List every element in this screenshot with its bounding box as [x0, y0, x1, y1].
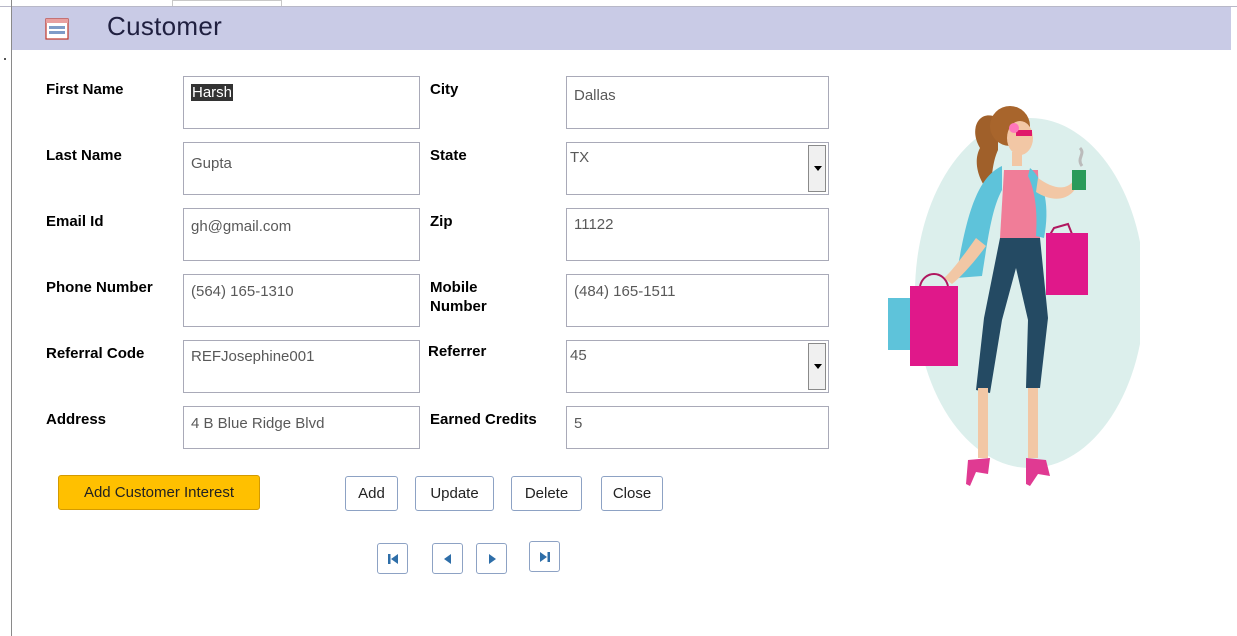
shopping-woman-illustration: [888, 106, 1140, 486]
mobile-field[interactable]: (484) 165-1511: [566, 274, 829, 327]
phone-field[interactable]: (564) 165-1310: [183, 274, 420, 327]
phone-value: (564) 165-1310: [191, 283, 294, 300]
address-label: Address: [46, 411, 107, 428]
city-field[interactable]: Dallas: [566, 76, 829, 129]
earned-credits-label: Earned Credits: [430, 411, 537, 428]
email-label: Email Id: [46, 213, 104, 230]
state-dropdown-button[interactable]: [808, 145, 826, 192]
first-name-field[interactable]: Harsh: [183, 76, 420, 129]
zip-field[interactable]: 11122: [566, 208, 829, 261]
state-label: State: [430, 147, 467, 164]
add-button[interactable]: Add: [345, 476, 398, 511]
last-record-icon: [540, 552, 550, 562]
referrer-select[interactable]: 45: [566, 340, 829, 393]
add-customer-interest-button[interactable]: Add Customer Interest: [58, 475, 260, 510]
email-value: gh@gmail.com: [191, 218, 292, 235]
next-record-button[interactable]: [476, 543, 507, 574]
referrer-dropdown-button[interactable]: [808, 343, 826, 390]
referrer-value: 45: [570, 347, 587, 364]
first-record-icon: [388, 554, 398, 564]
last-record-button[interactable]: [529, 541, 560, 572]
mobile-label: Mobile Number: [430, 278, 487, 316]
mobile-label-line2: Number: [430, 298, 487, 315]
first-record-button[interactable]: [377, 543, 408, 574]
last-name-field[interactable]: Gupta: [183, 142, 420, 195]
referral-code-value: REFJosephine001: [191, 348, 315, 365]
form-header: Customer: [12, 7, 1231, 50]
window-left-border: [11, 0, 12, 636]
referral-code-field[interactable]: REFJosephine001: [183, 340, 420, 393]
earned-credits-field[interactable]: 5: [566, 406, 829, 449]
update-button[interactable]: Update: [415, 476, 494, 511]
address-value: 4 B Blue Ridge Blvd: [191, 415, 325, 432]
first-name-value: Harsh: [191, 84, 234, 101]
form-icon: [45, 18, 69, 40]
next-record-icon: [489, 554, 496, 564]
mobile-label-line1: Mobile: [430, 279, 478, 296]
zip-label: Zip: [430, 213, 453, 230]
city-value: Dallas: [574, 87, 616, 104]
delete-button[interactable]: Delete: [511, 476, 582, 511]
form-title: Customer: [107, 11, 223, 41]
previous-record-icon: [444, 554, 451, 564]
city-label: City: [430, 81, 459, 98]
close-button[interactable]: Close: [601, 476, 663, 511]
email-field[interactable]: gh@gmail.com: [183, 208, 420, 261]
earned-credits-value: 5: [574, 415, 583, 432]
referrer-label: Referrer: [428, 343, 487, 360]
phone-label: Phone Number: [46, 279, 153, 296]
zip-value: 11122: [574, 216, 614, 233]
last-name-value: Gupta: [191, 155, 232, 172]
address-field[interactable]: 4 B Blue Ridge Blvd: [183, 406, 420, 449]
state-value: TX: [570, 149, 590, 166]
referral-code-label: Referral Code: [46, 345, 145, 362]
state-select[interactable]: TX: [566, 142, 829, 195]
previous-record-button[interactable]: [432, 543, 463, 574]
mobile-value: (484) 165-1511: [574, 283, 676, 300]
last-name-label: Last Name: [46, 147, 122, 164]
first-name-label: First Name: [46, 81, 124, 98]
window-mark: [4, 58, 6, 60]
